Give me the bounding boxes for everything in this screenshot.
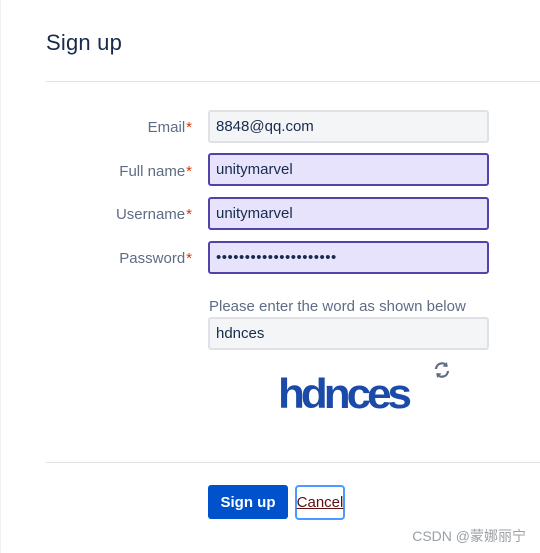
watermark: CSDN @蒙娜丽宁 [412,528,526,544]
signup-button[interactable]: Sign up [208,485,288,519]
fullname-label: Full name* [119,163,192,180]
required-mark: * [186,119,192,136]
username-label: Username* [115,206,192,223]
cancel-link[interactable]: Cancel [295,485,345,520]
captcha-image: hdnces [278,371,415,418]
email-label: Email* [147,119,192,136]
captcha-field[interactable] [208,317,489,350]
required-mark: * [186,206,192,223]
divider-bottom [46,462,540,463]
left-border [0,0,1,553]
divider-top [46,81,540,82]
password-label: Password* [119,250,192,267]
captcha-hint: Please enter the word as shown below [209,298,466,315]
email-field[interactable] [208,110,489,143]
page-title: Sign up [46,30,123,55]
required-mark: * [186,163,192,180]
username-field[interactable] [208,197,489,230]
captcha-text: hdnces [278,371,411,418]
password-field[interactable]: ••••••••••••••••••••• [208,241,489,274]
fullname-field[interactable] [208,153,489,186]
required-mark: * [186,250,192,267]
